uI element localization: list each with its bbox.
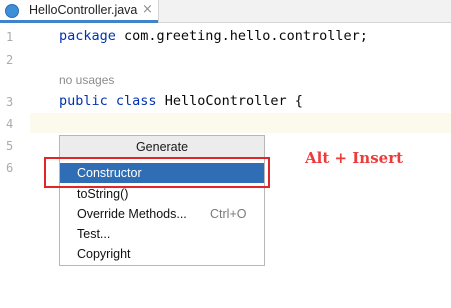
- line-number: 6: [6, 161, 14, 175]
- menu-item-copyright[interactable]: Copyright: [60, 244, 264, 264]
- keyword-public: public: [59, 93, 108, 109]
- line-number: 2: [6, 53, 14, 67]
- code-line-class[interactable]: public class HelloController {: [59, 93, 303, 109]
- keyword-package: package: [59, 28, 116, 44]
- keyword-class: class: [115, 93, 157, 109]
- menu-item-override-methods[interactable]: Override Methods... Ctrl+O: [60, 204, 264, 224]
- code-line-package[interactable]: package com.greeting.hello.controller;: [59, 28, 368, 44]
- tab-filename: HelloController.java: [29, 3, 138, 17]
- close-icon[interactable]: ×: [142, 2, 153, 17]
- line-number: 4: [6, 117, 14, 131]
- java-class-icon: [5, 4, 19, 18]
- line-number: 5: [6, 139, 14, 153]
- usage-hint[interactable]: no usages: [59, 73, 114, 87]
- line-number: 1: [6, 30, 14, 44]
- menu-item-label: Test...: [77, 227, 111, 241]
- package-name: com.greeting.hello.controller;: [115, 28, 368, 44]
- editor-tab[interactable]: HelloController.java ×: [0, 0, 159, 23]
- menu-item-label: Override Methods...: [77, 207, 187, 221]
- annotation-shortcut-label: Alt + Insert: [305, 149, 404, 167]
- line-number-gutter: 1 2 3 4 5 6: [0, 23, 30, 308]
- line-number: 3: [6, 95, 14, 109]
- popup-title: Generate: [60, 136, 264, 158]
- editor-tab-bar: HelloController.java ×: [0, 0, 451, 23]
- generate-popup: Generate Constructor toString() Override…: [59, 135, 265, 266]
- menu-item-label: Constructor: [77, 166, 142, 180]
- menu-item-label: toString(): [77, 187, 129, 201]
- menu-item-tostring[interactable]: toString(): [60, 184, 264, 204]
- menu-item-test[interactable]: Test...: [60, 224, 264, 244]
- caret-line-highlight: [0, 113, 451, 133]
- menu-item-constructor[interactable]: Constructor: [60, 163, 264, 183]
- menu-item-label: Copyright: [77, 247, 131, 261]
- class-declaration: HelloController {: [156, 93, 303, 109]
- menu-item-shortcut: Ctrl+O: [210, 207, 247, 221]
